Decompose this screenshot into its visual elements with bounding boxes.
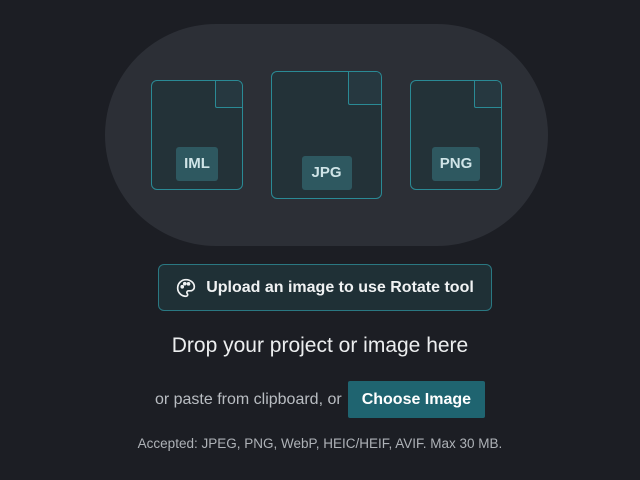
accepted-formats-text: Accepted: JPEG, PNG, WebP, HEIC/HEIF, AV… <box>137 436 503 451</box>
file-extension-label: PNG <box>432 147 480 181</box>
file-card-png: PNG <box>410 80 502 190</box>
file-card-jpg: JPG <box>271 71 382 199</box>
choose-image-button[interactable]: Choose Image <box>347 381 486 418</box>
paste-hint-text: or paste from clipboard, or <box>154 390 342 408</box>
drop-zone-title: Drop your project or image here <box>171 334 469 357</box>
file-extension-label: IML <box>176 147 218 181</box>
paste-row: or paste from clipboard, or Choose Image <box>0 381 640 418</box>
file-extension-label: JPG <box>301 156 352 190</box>
page-fold-icon <box>474 81 501 108</box>
page-fold-icon <box>215 81 242 108</box>
palette-icon <box>176 278 196 298</box>
upload-banner: Upload an image to use Rotate tool <box>158 264 492 311</box>
upload-banner-label: Upload an image to use Rotate tool <box>206 278 474 296</box>
page-fold-icon <box>348 72 381 105</box>
file-card-iml: IML <box>151 80 243 190</box>
